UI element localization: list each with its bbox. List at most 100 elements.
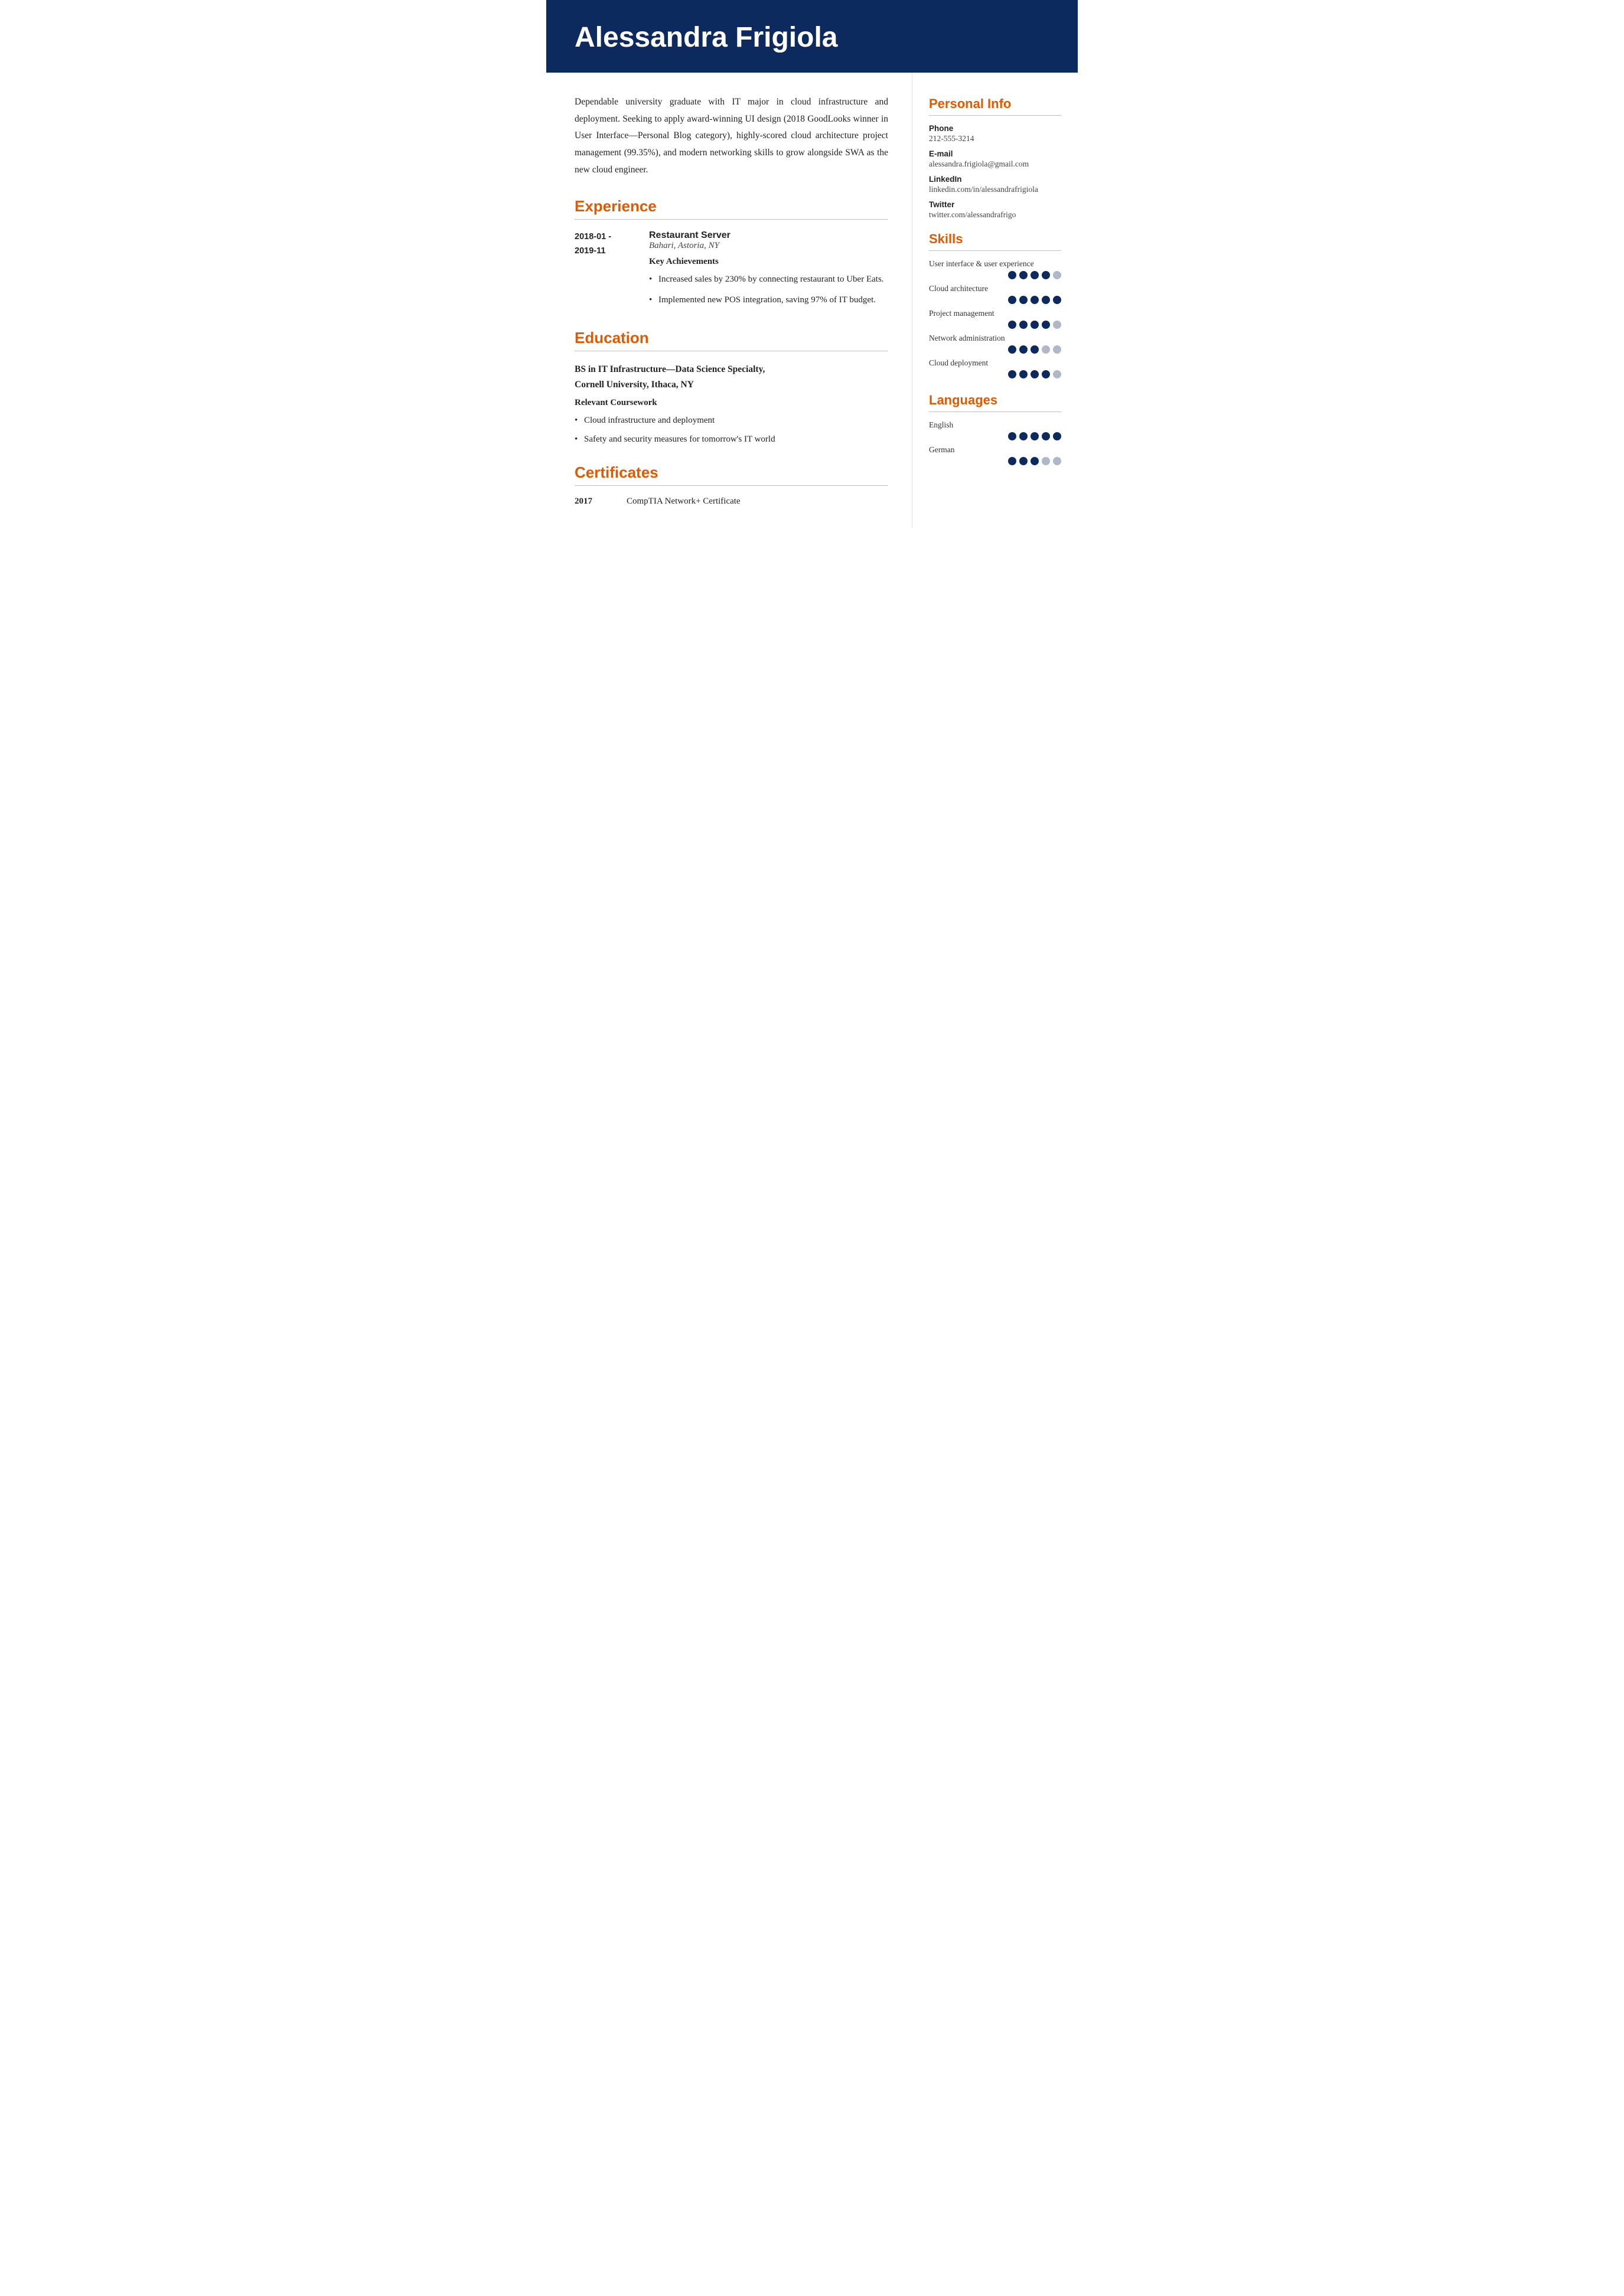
lang-name-1: German [929, 445, 1061, 455]
skill-dots-1 [929, 296, 1061, 304]
dot [1031, 271, 1039, 279]
education-title: Education [575, 329, 888, 347]
skill-name-2: Project management [929, 309, 1061, 318]
dot [1042, 345, 1050, 354]
twitter-value: twitter.com/alessandrafrigo [929, 210, 1061, 220]
lang-dots-1 [929, 457, 1061, 465]
dot [1042, 271, 1050, 279]
skill-entry-0: User interface & user experience [929, 259, 1061, 279]
dot [1019, 296, 1028, 304]
cert-year: 2017 [575, 497, 610, 507]
dot [1008, 271, 1016, 279]
linkedin-label: LinkedIn [929, 175, 1061, 184]
exp-job-title: Restaurant Server [649, 230, 888, 241]
education-section: Education BS in IT Infrastructure—Data S… [575, 329, 888, 447]
left-column: Dependable university graduate with IT m… [546, 73, 912, 528]
right-column: Personal Info Phone 212-555-3214 E-mail … [912, 73, 1078, 528]
skills-section: Skills User interface & user experience … [929, 231, 1061, 378]
skills-divider [929, 250, 1061, 251]
dot [1042, 432, 1050, 440]
linkedin-value: linkedin.com/in/alessandrafrigiola [929, 185, 1061, 194]
cert-entry: 2017 CompTIA Network+ Certificate [575, 497, 888, 507]
header: Alessandra Frigiola [546, 0, 1078, 73]
skill-name-0: User interface & user experience [929, 259, 1061, 269]
main-layout: Dependable university graduate with IT m… [546, 73, 1078, 528]
dot [1031, 321, 1039, 329]
dot [1008, 345, 1016, 354]
exp-dates: 2018-01 - 2019-11 [575, 230, 640, 312]
dot [1031, 457, 1039, 465]
skill-dots-2 [929, 321, 1061, 329]
dot [1031, 370, 1039, 378]
dot [1019, 271, 1028, 279]
skill-entry-2: Project management [929, 309, 1061, 329]
dot [1008, 432, 1016, 440]
lang-entry-0: English [929, 420, 1061, 440]
email-label: E-mail [929, 149, 1061, 158]
lang-dots-0 [929, 432, 1061, 440]
dot [1053, 345, 1061, 354]
experience-divider [575, 219, 888, 220]
edu-bullet-1: Safety and security measures for tomorro… [575, 432, 888, 447]
personal-info-title: Personal Info [929, 96, 1061, 112]
dot [1019, 345, 1028, 354]
edu-degree: BS in IT Infrastructure—Data Science Spe… [575, 362, 888, 393]
exp-bullet-0: Increased sales by 230% by connecting re… [649, 272, 888, 287]
dot [1042, 296, 1050, 304]
edu-degree-text: BS in IT Infrastructure—Data Science Spe… [575, 364, 765, 374]
skill-entry-3: Network administration [929, 334, 1061, 354]
dot [1042, 370, 1050, 378]
dot [1008, 296, 1016, 304]
exp-date-start: 2018-01 - [575, 232, 611, 241]
exp-bullet-1: Implemented new POS integration, saving … [649, 292, 888, 308]
skill-dots-4 [929, 370, 1061, 378]
lang-name-0: English [929, 420, 1061, 430]
edu-bullets: Cloud infrastructure and deployment Safe… [575, 413, 888, 448]
certificates-title: Certificates [575, 463, 888, 482]
skill-name-4: Cloud deployment [929, 358, 1061, 368]
dot [1053, 432, 1061, 440]
personal-info-section: Personal Info Phone 212-555-3214 E-mail … [929, 96, 1061, 220]
dot [1008, 457, 1016, 465]
dot [1008, 370, 1016, 378]
dot [1053, 457, 1061, 465]
dot [1019, 457, 1028, 465]
exp-date-end: 2019-11 [575, 246, 605, 256]
skill-dots-0 [929, 271, 1061, 279]
dot [1042, 321, 1050, 329]
achievements-title: Key Achievements [649, 257, 888, 267]
skill-name-1: Cloud architecture [929, 284, 1061, 293]
exp-content: Restaurant Server Bahari, Astoria, NY Ke… [649, 230, 888, 312]
skill-entry-4: Cloud deployment [929, 358, 1061, 378]
dot [1031, 432, 1039, 440]
skill-name-3: Network administration [929, 334, 1061, 343]
dot [1053, 271, 1061, 279]
experience-title: Experience [575, 197, 888, 215]
languages-section: Languages English German [929, 393, 1061, 465]
dot [1042, 457, 1050, 465]
dot [1019, 321, 1028, 329]
edu-bullet-0: Cloud infrastructure and deployment [575, 413, 888, 428]
skills-title: Skills [929, 231, 1061, 247]
dot [1019, 432, 1028, 440]
summary-text: Dependable university graduate with IT m… [575, 94, 888, 178]
email-value: alessandra.frigiola@gmail.com [929, 159, 1061, 169]
phone-value: 212-555-3214 [929, 134, 1061, 143]
dot [1019, 370, 1028, 378]
phone-label: Phone [929, 124, 1061, 133]
lang-entry-1: German [929, 445, 1061, 465]
dot [1031, 296, 1039, 304]
languages-divider [929, 411, 1061, 412]
skill-entry-1: Cloud architecture [929, 284, 1061, 304]
coursework-title: Relevant Coursework [575, 398, 888, 408]
cert-name: CompTIA Network+ Certificate [627, 497, 741, 507]
languages-title: Languages [929, 393, 1061, 408]
edu-institution: Cornell University, Ithaca, NY [575, 380, 694, 390]
dot [1053, 321, 1061, 329]
certificates-divider [575, 485, 888, 486]
experience-section: Experience 2018-01 - 2019-11 Restaurant … [575, 197, 888, 312]
dot [1031, 345, 1039, 354]
skill-dots-3 [929, 345, 1061, 354]
exp-company: Bahari, Astoria, NY [649, 241, 888, 251]
personal-info-divider [929, 115, 1061, 116]
